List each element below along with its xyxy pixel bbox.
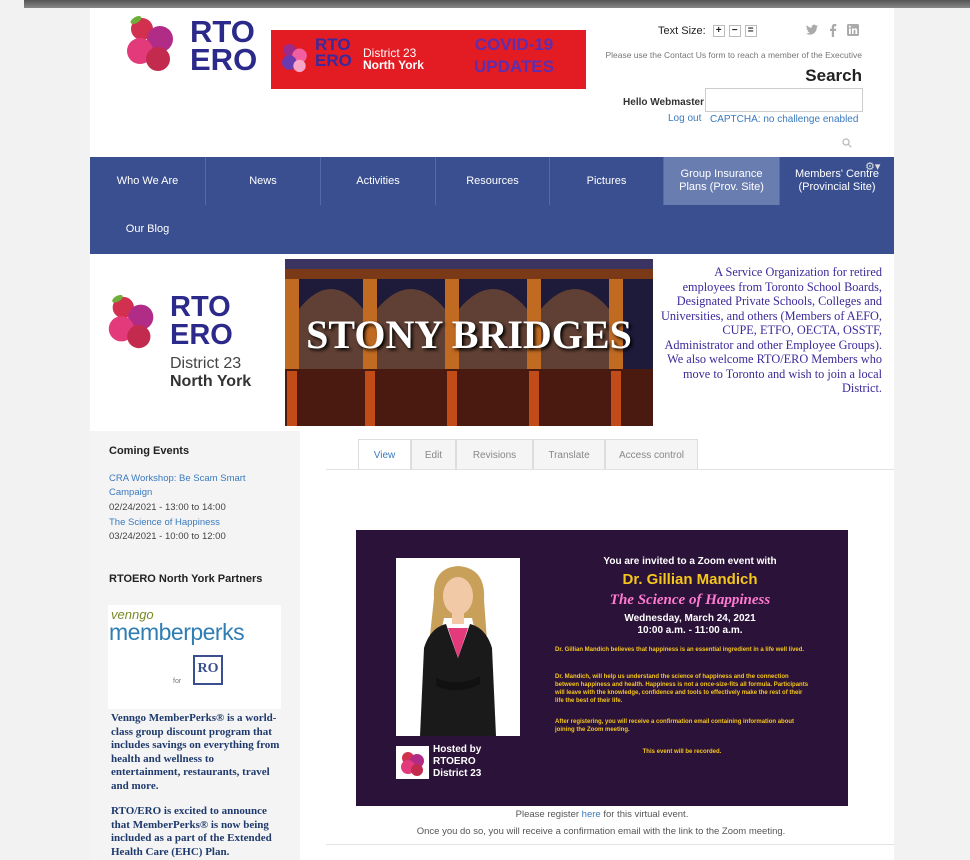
hello-user-label: Hello Webmaster	[623, 97, 704, 108]
search-heading: Search	[805, 66, 862, 85]
nav-item-our-blog[interactable]: Our Blog	[90, 205, 205, 253]
content-tabs: View Edit Revisions Translate Access con…	[358, 439, 698, 470]
hero-district: District 23 North York	[170, 355, 252, 390]
stony-bridges-banner: STONY BRIDGES	[285, 259, 653, 426]
twitter-icon[interactable]	[806, 24, 819, 36]
contact-note: Please use the Contact Us form to reach …	[605, 50, 862, 60]
nav-item-news[interactable]: News	[206, 157, 320, 205]
text-size-reset-button[interactable]: =	[744, 25, 757, 37]
partners-heading: RTOERO North York Partners	[109, 573, 263, 585]
flyer-paragraph: Dr. Gillian Mandich believes that happin…	[555, 647, 805, 653]
nav-item-group-insurance[interactable]: Group Insurance Plans (Prov. Site)	[664, 157, 779, 205]
captcha-status-link[interactable]: CAPTCHA: no challenge enabled	[710, 114, 858, 125]
coming-events-heading: Coming Events	[109, 445, 190, 457]
hero-logo-mark	[108, 294, 154, 349]
flyer-paragraph: After registering, you will receive a co…	[555, 719, 795, 733]
speaker-portrait-image	[396, 558, 520, 736]
rtoero-logo-mark[interactable]	[120, 13, 184, 77]
banner-logo-mark	[282, 43, 307, 73]
flyer-invite: You are invited to a Zoom event with	[603, 556, 777, 567]
mission-statement: A Service Organization for retired emplo…	[661, 265, 882, 395]
logo-text-ero: ERO	[190, 42, 258, 77]
flyer-speaker-name: Dr. Gillian Mandich	[622, 571, 758, 588]
text-size-decrease-button[interactable]: −	[728, 25, 741, 37]
tab-view[interactable]: View	[358, 439, 411, 470]
tab-edit[interactable]: Edit	[411, 439, 456, 470]
tabs-divider	[326, 469, 894, 470]
gear-icon[interactable]: ⚙▾	[865, 160, 880, 173]
hosted-by-text: Hosted by RTOERO District 23	[433, 744, 482, 779]
nav-item-who-we-are[interactable]: Who We Are	[90, 157, 205, 205]
covid-updates-banner[interactable]: RTO ERO District 23 North York COVID-19 …	[271, 30, 586, 89]
facebook-icon[interactable]	[829, 24, 837, 37]
event-date: 03/24/2021 - 10:00 to 12:00	[109, 531, 226, 542]
linkedin-icon[interactable]	[847, 24, 859, 36]
search-icon[interactable]	[842, 138, 852, 148]
for-label: for	[173, 678, 182, 685]
flyer-recorded-note: This event will be recorded.	[642, 749, 722, 755]
register-text: for this virtual event.	[600, 809, 689, 820]
tab-access-control[interactable]: Access control	[605, 439, 698, 470]
event-link[interactable]: CRA Workshop: Be Scam Smart Campaign	[109, 472, 259, 500]
hero-logo-text-rto: RTO	[170, 291, 231, 323]
search-input[interactable]	[705, 88, 863, 112]
text-size-increase-button[interactable]: +	[712, 25, 725, 37]
page: RTO ERO RTO ERO District 23 North York C…	[90, 8, 894, 860]
flyer-date: Wednesday, March 24, 2021 10:00 a.m. - 1…	[624, 613, 756, 636]
nav-item-activities[interactable]: Activities	[321, 157, 435, 205]
event-date: 02/24/2021 - 13:00 to 14:00	[109, 502, 226, 513]
rtoero-badge: RO	[193, 655, 223, 685]
hosted-by-logo	[396, 746, 429, 779]
banner-logo-text: RTO ERO	[315, 35, 352, 70]
register-text: Please register	[515, 809, 582, 820]
register-here-link[interactable]: here	[582, 809, 601, 820]
content-divider	[326, 844, 894, 845]
stony-bridges-title: STONY BRIDGES	[306, 312, 632, 357]
memberperks-description: Venngo MemberPerks® is a world-class gro…	[111, 712, 280, 792]
zoom-event-flyer: Hosted by RTOERO District 23 You are inv…	[356, 530, 848, 806]
sidebar: Coming Events CRA Workshop: Be Scam Smar…	[90, 431, 300, 860]
logout-link[interactable]: Log out	[668, 113, 701, 124]
speaker-photo	[396, 558, 520, 736]
nav-item-resources[interactable]: Resources	[436, 157, 549, 205]
memberperks-announcement: RTO/ERO is excited to announce that Memb…	[111, 805, 272, 858]
text-size-label: Text Size:	[658, 25, 706, 37]
main-navigation: Who We Are News Activities Resources Pic…	[90, 157, 894, 254]
hero-logo-text-ero: ERO	[170, 319, 233, 351]
browser-top-bar	[24, 0, 970, 8]
memberperks-logo: memberperks	[109, 619, 245, 645]
tab-revisions[interactable]: Revisions	[456, 439, 533, 470]
flyer-paragraph: Dr. Mandich, will help us understand the…	[555, 674, 809, 704]
register-note: Please register here for this virtual ev…	[356, 809, 848, 820]
flyer-topic: The Science of Happiness	[609, 592, 771, 608]
event-link[interactable]: The Science of Happiness	[109, 517, 220, 528]
confirmation-note: Once you do so, you will receive a confi…	[416, 826, 786, 837]
banner-district: District 23 North York	[363, 46, 424, 72]
text-size-control: Text Size: + − =	[658, 25, 757, 37]
nav-item-pictures[interactable]: Pictures	[550, 157, 663, 205]
memberperks-ad[interactable]: venngo memberperks for RO	[108, 605, 281, 709]
tab-translate[interactable]: Translate	[533, 439, 605, 470]
social-links	[806, 24, 859, 37]
